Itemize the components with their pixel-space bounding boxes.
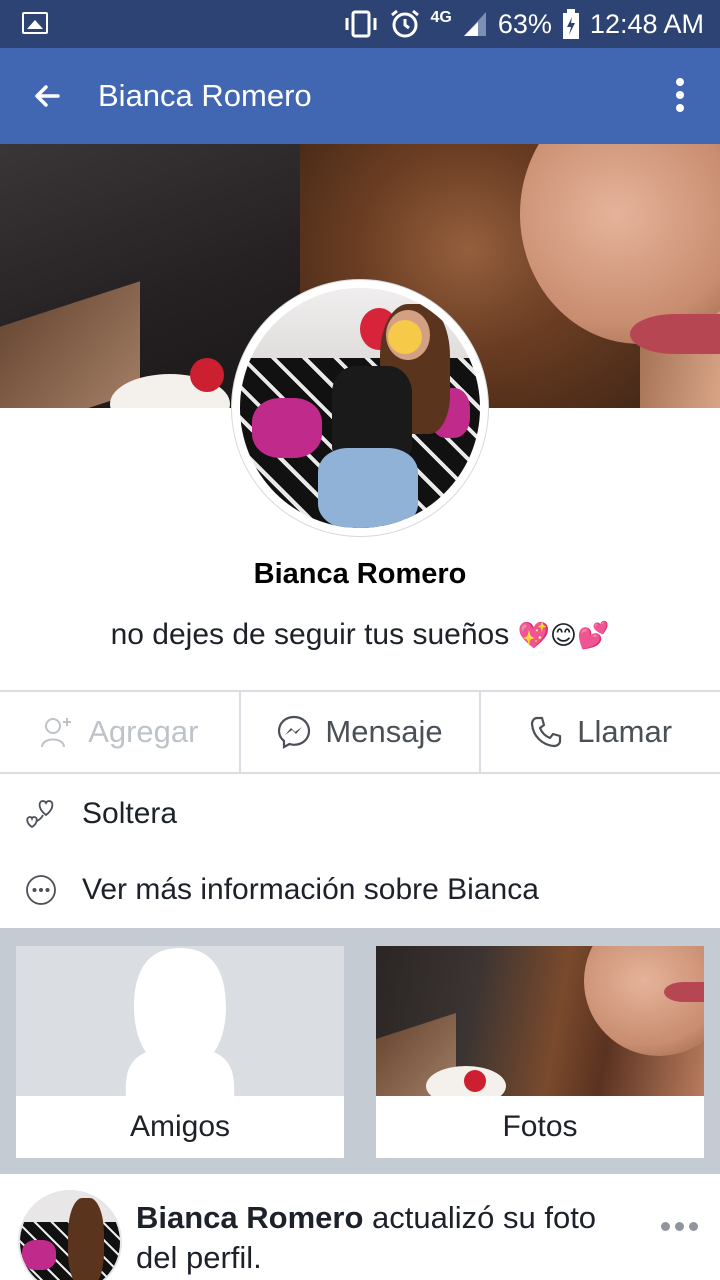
profile-bio-emojis: 💖😊💕 — [517, 621, 610, 651]
network-type: 4G — [430, 9, 452, 26]
status-indicators: 4G 63% 12:48 AM — [343, 0, 704, 48]
photos-preview-image — [376, 946, 704, 1119]
more-info-link: Ver más información sobre Bianca — [82, 873, 539, 906]
more-horizontal-icon — [26, 875, 56, 905]
clock: 12:48 AM — [589, 8, 704, 39]
phone-icon — [531, 716, 562, 748]
photos-tile[interactable]: Fotos — [376, 946, 704, 1158]
call-button[interactable]: Llamar — [481, 692, 720, 772]
alarm-icon — [390, 9, 419, 38]
profile-actions: Agregar Mensaje Llamar — [0, 690, 720, 774]
message-button[interactable]: Mensaje — [241, 692, 482, 772]
photos-label: Fotos — [376, 1096, 704, 1158]
more-info-row[interactable]: Ver más información sobre Bianca — [0, 852, 720, 928]
call-label: Llamar — [577, 714, 673, 749]
app-bar-title: Bianca Romero — [98, 78, 312, 113]
profile-info: Soltera Ver más información sobre Bianca — [0, 776, 720, 928]
gallery-notification-icon — [22, 12, 48, 34]
back-arrow-icon[interactable] — [30, 78, 66, 114]
person-silhouette-icon — [125, 948, 235, 1096]
profile-bio-text: no dejes de seguir tus sueños — [110, 618, 510, 651]
profile-bio: no dejes de seguir tus sueños 💖😊💕 — [0, 618, 720, 652]
vibrate-icon — [345, 10, 377, 38]
more-options-icon[interactable] — [674, 78, 686, 118]
battery-percent: 63% — [497, 8, 552, 39]
hearts-icon — [26, 800, 54, 829]
post-options-icon[interactable] — [661, 1222, 698, 1231]
messenger-icon — [278, 715, 311, 749]
status-bar: 4G 63% 12:48 AM — [0, 0, 720, 48]
app-bar: Bianca Romero — [0, 48, 720, 144]
friends-placeholder-image — [16, 946, 344, 1096]
profile-tiles: Amigos Fotos — [0, 928, 720, 1174]
post-author-avatar[interactable] — [18, 1190, 122, 1280]
post-author-name[interactable]: Bianca Romero — [136, 1200, 363, 1235]
relationship-status: Soltera — [82, 797, 178, 830]
add-friend-button[interactable]: Agregar — [0, 692, 241, 772]
profile-name: Bianca Romero — [253, 558, 467, 590]
add-friend-icon — [41, 718, 72, 748]
friends-tile[interactable]: Amigos — [16, 946, 344, 1158]
profile-picture[interactable] — [232, 280, 488, 536]
relationship-status-row: Soltera — [0, 776, 720, 852]
add-friend-label: Agregar — [88, 714, 199, 749]
message-label: Mensaje — [325, 714, 443, 749]
feed-post: Bianca Romero actualizó su foto del perf… — [0, 1174, 720, 1280]
friends-label: Amigos — [16, 1096, 344, 1158]
signal-icon — [463, 12, 486, 36]
post-header-text: Bianca Romero actualizó su foto del perf… — [136, 1198, 636, 1278]
battery-charging-icon — [562, 9, 579, 39]
